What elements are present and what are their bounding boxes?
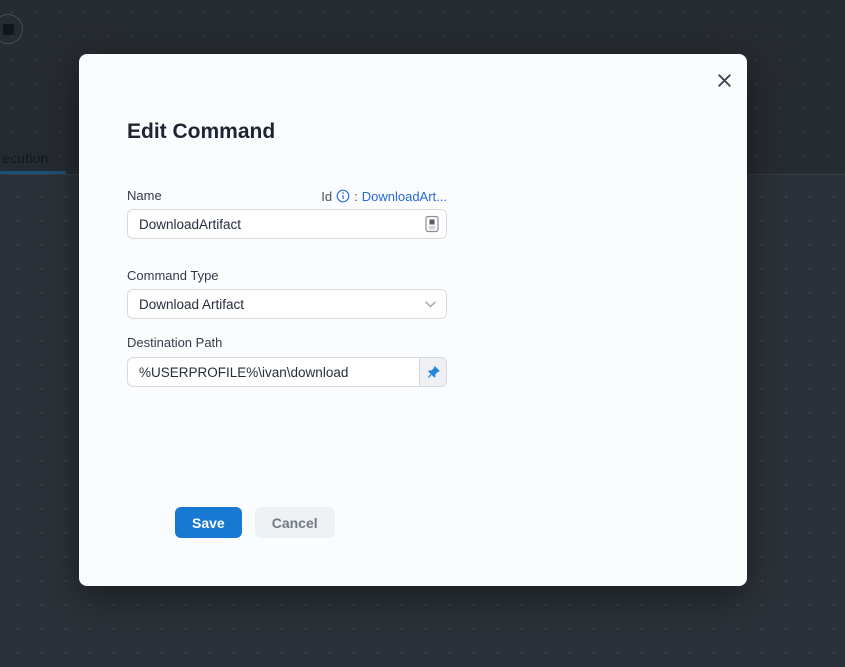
save-button[interactable]: Save — [175, 507, 242, 538]
edit-command-form: Name Id : DownloadArt... — [127, 188, 447, 538]
tab-execution[interactable]: ecution — [2, 150, 49, 166]
dialog-title: Edit Command — [127, 118, 747, 146]
name-input[interactable] — [127, 209, 447, 239]
close-icon — [717, 73, 732, 88]
destination-path-label: Destination Path — [127, 335, 447, 351]
destination-path-input[interactable] — [127, 357, 419, 387]
tab-active-underline — [0, 171, 66, 174]
name-label: Name — [127, 188, 162, 204]
contact-card-icon — [425, 215, 439, 233]
pin-icon — [426, 365, 441, 380]
info-icon[interactable] — [336, 189, 350, 203]
cancel-button[interactable]: Cancel — [255, 507, 335, 538]
command-type-label: Command Type — [127, 268, 447, 284]
edit-command-dialog: Edit Command Name Id : DownloadArt... — [79, 54, 747, 586]
id-separator: : — [354, 189, 358, 204]
command-type-value: Download Artifact — [139, 297, 244, 312]
id-label: Id — [321, 189, 332, 204]
close-button[interactable] — [713, 69, 735, 91]
pin-variable-button[interactable] — [419, 357, 447, 387]
chevron-down-icon — [425, 301, 436, 308]
id-value-link[interactable]: DownloadArt... — [362, 189, 447, 204]
command-type-select[interactable]: Download Artifact — [127, 289, 447, 319]
stop-square-icon — [3, 24, 14, 35]
